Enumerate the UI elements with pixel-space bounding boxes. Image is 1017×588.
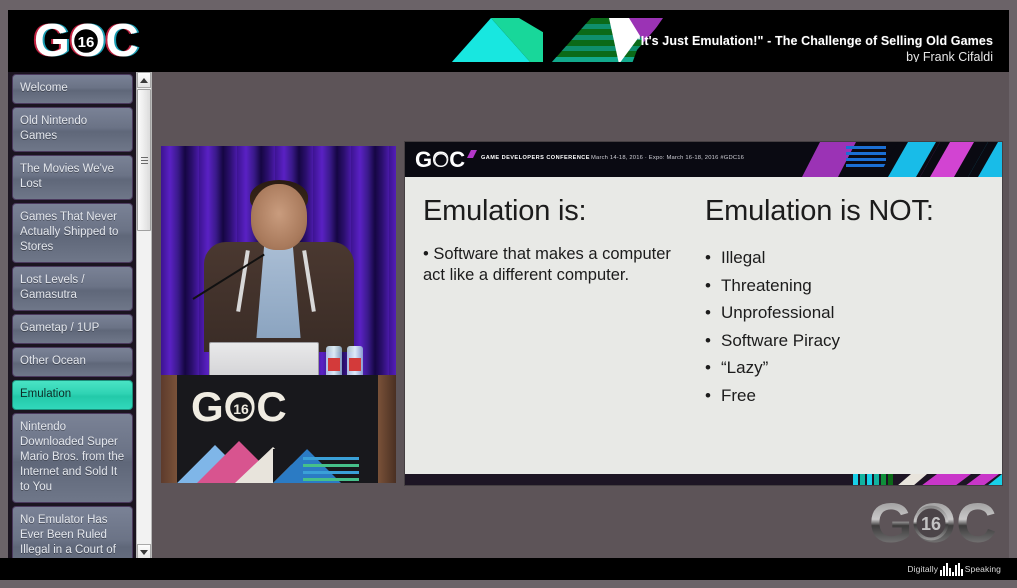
footer-bar: Digitally Speaking xyxy=(0,558,1017,580)
application-window: GOC GOC GOC 16 xyxy=(0,0,1017,588)
sidebar-scrollbar[interactable] xyxy=(136,72,152,560)
svg-text:16: 16 xyxy=(921,514,941,534)
gdc-logo-icon: GOC GOC GOC 16 xyxy=(30,18,170,66)
sidebar-item-lost-levels-gamasutra[interactable]: Lost Levels / Gamasutra xyxy=(12,266,133,311)
slide-right-heading: Emulation is NOT: xyxy=(705,195,934,227)
list-item: Free xyxy=(705,382,995,410)
slide-footer-graphic xyxy=(405,473,1002,485)
window-chrome-right xyxy=(1009,0,1017,588)
slide-header-band: GOC GAME DEVELOPERS CONFERENCE March 14-… xyxy=(405,142,1002,177)
sidebar-item-welcome[interactable]: Welcome xyxy=(12,74,133,104)
sidebar-item-games-that-never-shipped[interactable]: Games That Never Actually Shipped to Sto… xyxy=(12,203,133,263)
list-item: Unprofessional xyxy=(705,299,995,327)
sidebar-item-nintendo-downloaded-smb[interactable]: Nintendo Downloaded Super Mario Bros. fr… xyxy=(12,413,133,503)
podium-sign: GOC 16 xyxy=(177,375,378,483)
window-chrome-left xyxy=(0,0,8,588)
stage-top-strip xyxy=(152,62,1009,72)
list-item: Software Piracy xyxy=(705,327,995,355)
slide-column-left: Emulation is: • Software that makes a co… xyxy=(423,194,695,286)
window-chrome-top xyxy=(0,0,1017,10)
speaker-video-player[interactable]: GOC 16 xyxy=(161,146,396,483)
sidebar-item-other-ocean[interactable]: Other Ocean xyxy=(12,347,133,377)
scroll-up-button[interactable] xyxy=(137,72,151,88)
slide-right-bullets: Illegal Threatening Unprofessional Softw… xyxy=(705,244,995,409)
speaker-head xyxy=(250,184,307,250)
svg-text:16: 16 xyxy=(78,34,95,51)
slide-conference-label: GAME DEVELOPERS CONFERENCE xyxy=(481,155,590,161)
list-item: Threatening xyxy=(705,272,995,300)
sidebar-item-no-emulator-ruled-illegal[interactable]: No Emulator Has Ever Been Ruled Illegal … xyxy=(12,506,133,560)
sidebar-item-the-movies-weve-lost[interactable]: The Movies We've Lost xyxy=(12,155,133,200)
chevron-up-icon xyxy=(140,77,148,83)
brand-second-word: Speaking xyxy=(964,564,1001,574)
slide-left-body: • Software that makes a computer act lik… xyxy=(423,245,671,284)
audio-waveform-icon xyxy=(940,562,963,576)
slide-gdc-logo-icon: GOC xyxy=(415,147,477,176)
content-stage: GOC 16 GOC xyxy=(152,72,1009,560)
chapter-sidebar[interactable]: Welcome Old Nintendo Games The Movies We… xyxy=(8,72,136,560)
podium: GOC 16 xyxy=(161,375,396,483)
window-chrome-bottom xyxy=(0,580,1017,588)
list-item: “Lazy” xyxy=(705,354,995,382)
slide-dates-label: March 14-18, 2016 · Expo: March 16-18, 2… xyxy=(591,155,745,161)
sidebar-item-gametap-1up[interactable]: Gametap / 1UP xyxy=(12,314,133,344)
slide-viewer[interactable]: GOC GAME DEVELOPERS CONFERENCE March 14-… xyxy=(405,142,1002,485)
presentation-title: "It's Just Emulation!" - The Challenge o… xyxy=(634,34,993,48)
podium-chevron-graphic xyxy=(177,431,378,483)
podium-rail-right xyxy=(378,375,396,483)
sidebar-item-emulation[interactable]: Emulation xyxy=(12,380,133,410)
grip-icon xyxy=(140,155,148,166)
brand-first-word: Digitally xyxy=(907,564,939,574)
list-item: Illegal xyxy=(705,244,995,272)
digitally-speaking-logo: Digitally Speaking xyxy=(907,562,1001,576)
scrollbar-thumb[interactable] xyxy=(137,89,151,231)
sidebar-item-old-nintendo-games[interactable]: Old Nintendo Games xyxy=(12,107,133,152)
podium-rail-left xyxy=(161,375,177,483)
chevron-down-icon xyxy=(140,549,148,555)
gdc-watermark-icon: GOC 16 xyxy=(867,491,997,554)
svg-text:16: 16 xyxy=(233,401,249,417)
slide-band-graphic xyxy=(802,142,1002,177)
chapter-list: Welcome Old Nintendo Games The Movies We… xyxy=(8,72,136,560)
slide-left-heading: Emulation is: xyxy=(423,195,587,227)
slide-column-right: Emulation is NOT: Illegal Threatening Un… xyxy=(705,194,995,409)
podium-gdc-logo-icon: GOC 16 xyxy=(191,383,315,436)
